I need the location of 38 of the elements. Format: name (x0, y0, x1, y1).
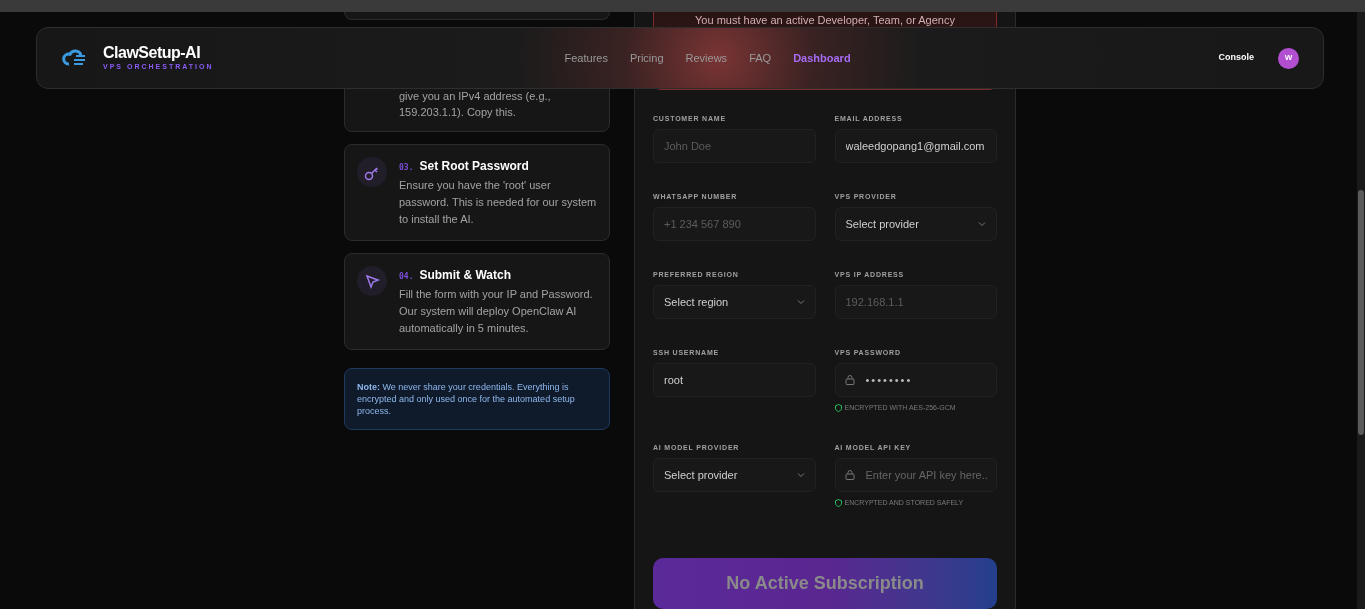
step-title: Submit & Watch (419, 267, 511, 284)
lock-icon (844, 469, 855, 480)
password-field[interactable]: •••••••• (834, 363, 997, 397)
step-number: 04. (399, 271, 414, 283)
password-field[interactable]: Enter your API key here.. (834, 458, 997, 492)
chevron-down-icon (796, 472, 805, 478)
nav-link[interactable]: Reviews (685, 49, 728, 67)
select-field[interactable]: Select provider (834, 207, 997, 241)
input-field[interactable]: waleedgopang1@gmail.com (834, 129, 997, 163)
security-note: Note: We never share your credentials. Everything is encrypted and only used once for the automated setup process. (344, 368, 610, 430)
shield-icon (834, 404, 842, 413)
chevron-down-icon (978, 221, 986, 227)
nav-link[interactable]: Pricing (629, 49, 664, 67)
step-text: Fill the form with your IP and Password. Our system will deploy OpenClaw AI automatically in 5 minutes. (399, 287, 594, 336)
scrollbar-thumb[interactable] (1358, 190, 1364, 435)
step-number: 03. (399, 162, 414, 174)
alert-text: You must have an active Developer, Team, or Agency (695, 14, 955, 26)
cloud-logo-icon (61, 49, 87, 67)
user-avatar[interactable]: W (1278, 47, 1299, 69)
console-link[interactable]: Console (1218, 51, 1254, 65)
nav-link[interactable]: Features (564, 49, 608, 67)
shield-icon (834, 499, 842, 508)
select-field[interactable]: Select region (653, 285, 816, 319)
lock-icon (844, 374, 855, 385)
input-field[interactable]: 192.168.1.1 (834, 285, 997, 319)
send-icon (357, 266, 387, 296)
step-text: give you an IPv4 address (e.g., 159.203.1.1). Copy this. (399, 89, 552, 120)
chevron-down-icon (796, 299, 805, 305)
input-field[interactable]: root (653, 363, 816, 397)
step-title: Set Root Password (419, 158, 529, 175)
select-field[interactable]: Select provider (653, 458, 816, 492)
step-text: Ensure you have the 'root' user password. This is needed for our system to install the AI. (399, 178, 598, 227)
input-field[interactable]: John Doe (653, 129, 816, 163)
brand-name[interactable]: ClawSetup-AI (103, 43, 214, 62)
nav-link[interactable]: Dashboard (793, 49, 851, 67)
nav-link[interactable]: FAQ (749, 49, 772, 67)
input-field[interactable]: +1 234 567 890 (653, 207, 816, 241)
key-icon (357, 157, 387, 187)
